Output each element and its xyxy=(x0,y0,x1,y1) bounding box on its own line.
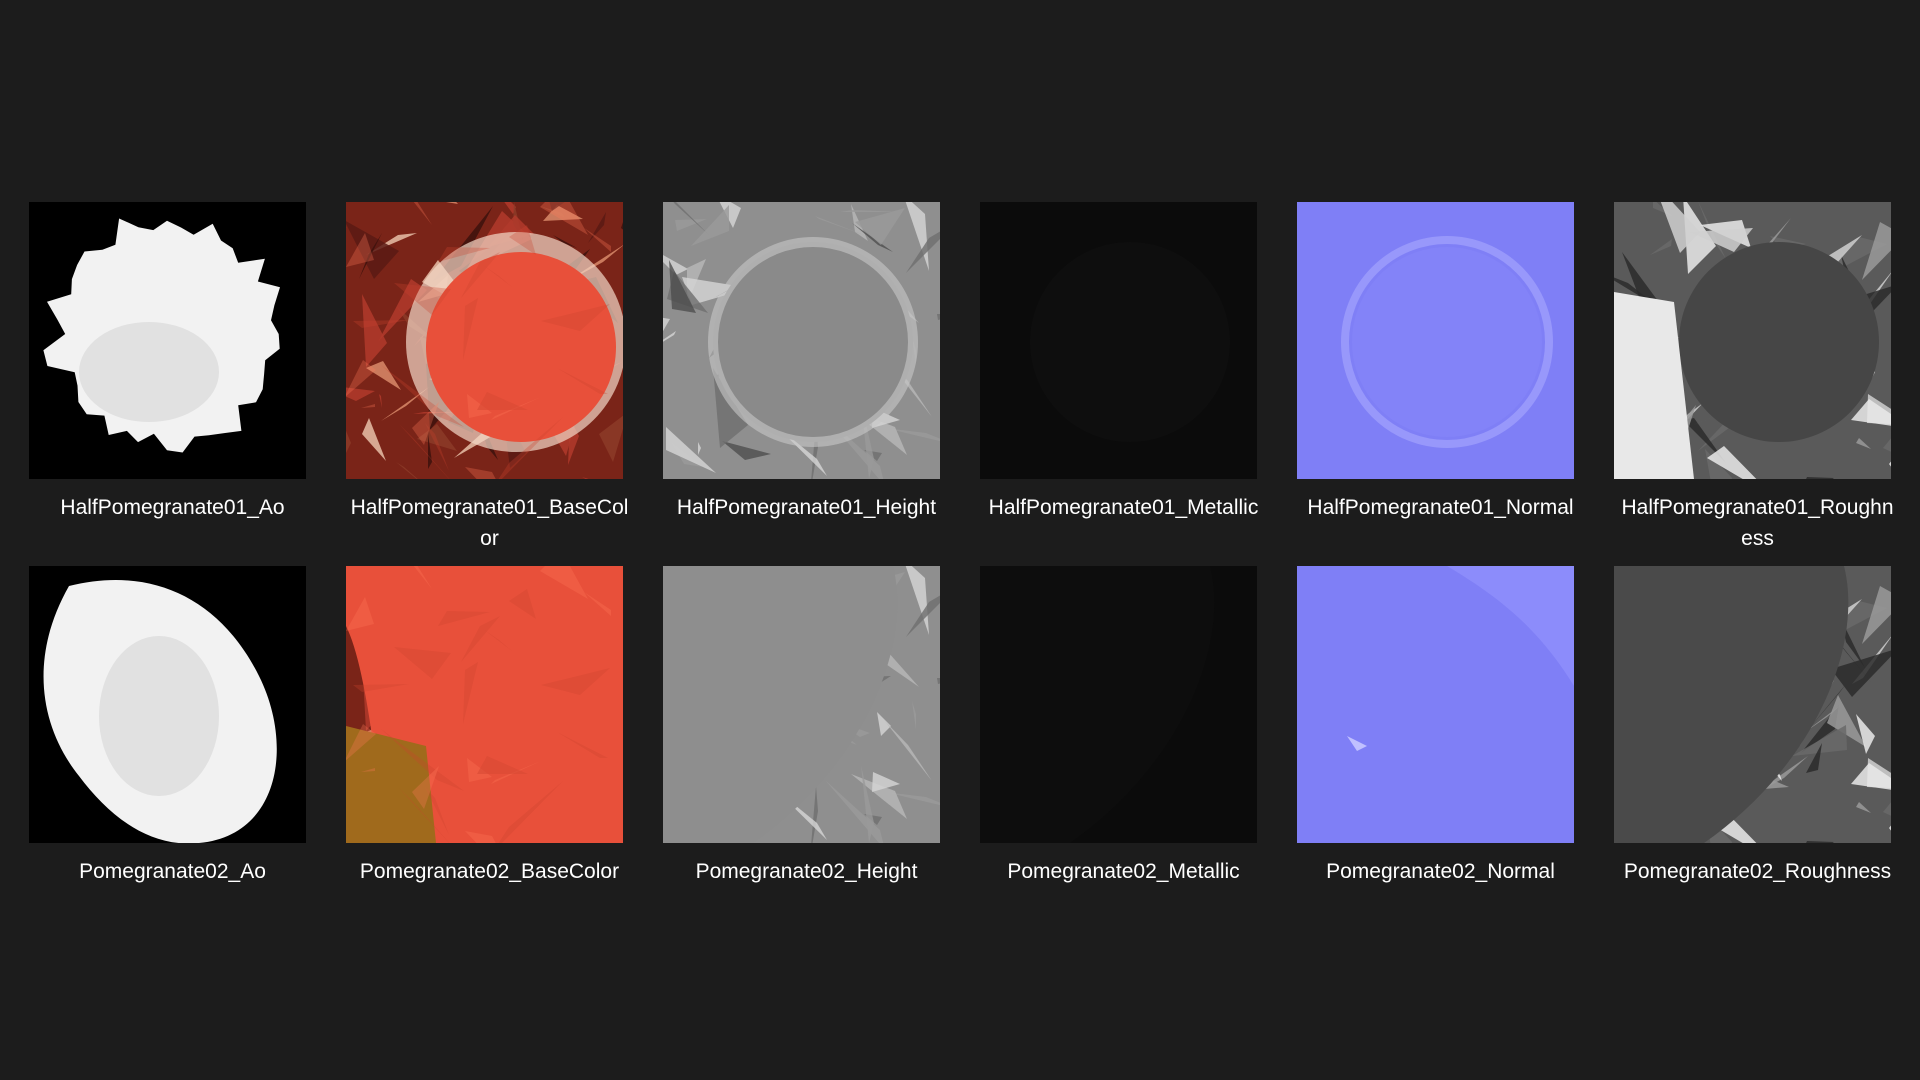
file-item[interactable]: HalfPomegranate01_BaseColor xyxy=(331,190,648,554)
file-item[interactable]: HalfPomegranate01_Height xyxy=(648,190,965,554)
normal-map-thumbnail-icon[interactable] xyxy=(1297,202,1574,479)
file-item[interactable]: Pomegranate02_BaseColor xyxy=(331,554,648,918)
file-name-line: Pomegranate02_Height xyxy=(695,860,918,883)
file-item[interactable]: HalfPomegranate01_Roughness xyxy=(1599,190,1916,554)
ao-map-thumbnail-icon[interactable] xyxy=(29,202,306,479)
metallic-map-thumbnail-icon[interactable] xyxy=(980,202,1257,479)
file-name-label: HalfPomegranate01_Ao xyxy=(17,492,328,523)
file-name-line: Pomegranate02_Roughness xyxy=(1623,860,1892,883)
file-name-label: HalfPomegranate01_Roughness xyxy=(1602,492,1913,554)
file-item[interactable]: HalfPomegranate01_Normal xyxy=(1282,190,1599,554)
file-name-line: HalfPomegranate01_Normal xyxy=(1307,496,1574,519)
file-grid: HalfPomegranate01_Ao HalfPomegranate01_B… xyxy=(14,190,1906,918)
file-name-label: HalfPomegranate01_BaseColor xyxy=(334,492,645,554)
file-item[interactable]: Pomegranate02_Ao xyxy=(14,554,331,918)
file-name-label: HalfPomegranate01_Metallic xyxy=(968,492,1279,523)
file-name-label: Pomegranate02_BaseColor xyxy=(334,856,645,887)
ao-map-thumbnail-icon[interactable] xyxy=(29,566,306,843)
height-map-thumbnail-icon[interactable] xyxy=(663,202,940,479)
file-item[interactable]: HalfPomegranate01_Metallic xyxy=(965,190,1282,554)
file-name-label: Pomegranate02_Metallic xyxy=(968,856,1279,887)
file-item[interactable]: Pomegranate02_Metallic xyxy=(965,554,1282,918)
roughness-map-thumbnail-icon[interactable] xyxy=(1614,202,1891,479)
file-name-label: Pomegranate02_Height xyxy=(651,856,962,887)
file-name-line: HalfPomegranate01_Height xyxy=(676,496,937,519)
normal-map-thumbnail-icon[interactable] xyxy=(1297,566,1574,843)
basecolor-map-thumbnail-icon[interactable] xyxy=(346,566,623,843)
file-name-line: or xyxy=(480,527,499,550)
roughness-map-thumbnail-icon[interactable] xyxy=(1614,566,1891,843)
file-name-label: Pomegranate02_Normal xyxy=(1285,856,1596,887)
file-name-line: Pomegranate02_BaseColor xyxy=(359,860,620,883)
file-name-label: HalfPomegranate01_Height xyxy=(651,492,962,523)
file-name-line: Pomegranate02_Metallic xyxy=(1007,860,1240,883)
file-name-line: HalfPomegranate01_Metallic xyxy=(988,496,1259,519)
file-name-line: HalfPomegranate01_Ao xyxy=(60,496,285,519)
file-name-line: Pomegranate02_Normal xyxy=(1326,860,1555,883)
file-item[interactable]: Pomegranate02_Normal xyxy=(1282,554,1599,918)
basecolor-map-thumbnail-icon[interactable] xyxy=(346,202,623,479)
file-name-label: Pomegranate02_Roughness xyxy=(1602,856,1913,887)
height-map-thumbnail-icon[interactable] xyxy=(663,566,940,843)
file-item[interactable]: Pomegranate02_Roughness xyxy=(1599,554,1916,918)
file-item[interactable]: HalfPomegranate01_Ao xyxy=(14,190,331,554)
metallic-map-thumbnail-icon[interactable] xyxy=(980,566,1257,843)
file-item[interactable]: Pomegranate02_Height xyxy=(648,554,965,918)
file-name-line: Pomegranate02_Ao xyxy=(79,860,266,883)
file-name-line: HalfPomegranate01_BaseCol xyxy=(350,496,629,519)
file-name-line: HalfPomegranate01_Roughn xyxy=(1621,496,1894,519)
file-name-label: HalfPomegranate01_Normal xyxy=(1285,492,1596,523)
file-name-label: Pomegranate02_Ao xyxy=(17,856,328,887)
file-name-line: ess xyxy=(1741,527,1774,550)
